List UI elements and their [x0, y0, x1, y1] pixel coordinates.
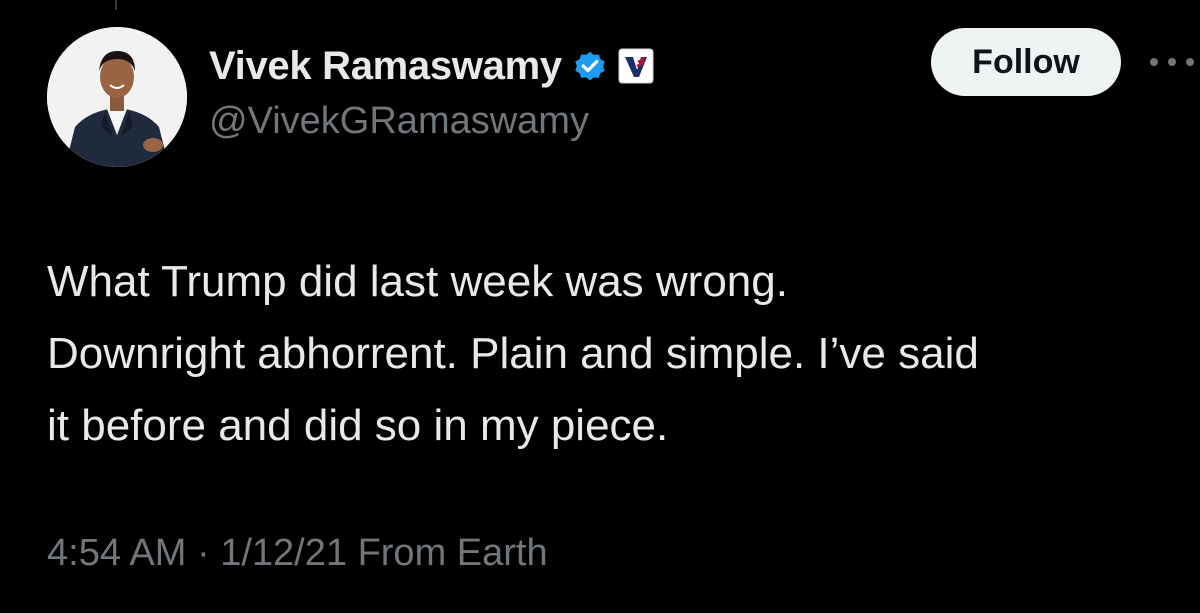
tweet-metadata: 4:54 AM · 1/12/21 From Earth: [47, 532, 548, 575]
avatar[interactable]: [47, 27, 187, 167]
verified-badge-icon: [572, 48, 608, 84]
user-handle[interactable]: @VivekGRamaswamy: [209, 100, 589, 143]
thread-connector-line: [115, 0, 117, 10]
tweet-card: Vivek Ramaswamy @VivekGRamaswamy Follow …: [0, 0, 1200, 613]
meta-separator: ·: [196, 532, 210, 574]
more-dot: [1186, 58, 1194, 66]
display-name[interactable]: Vivek Ramaswamy: [209, 44, 562, 89]
affiliate-badge-icon[interactable]: [618, 48, 654, 84]
tweet-text-line: Downright abhorrent. Plain and simple. I…: [47, 329, 979, 378]
tweet-text: What Trump did last week was wrong. Down…: [47, 246, 1187, 462]
tweet-text-line: it before and did so in my piece.: [47, 401, 669, 450]
more-dot: [1168, 58, 1176, 66]
tweet-source: From Earth: [357, 532, 548, 574]
tweet-time[interactable]: 4:54 AM: [47, 532, 186, 574]
follow-button[interactable]: Follow: [931, 28, 1121, 96]
tweet-date[interactable]: 1/12/21: [220, 532, 347, 574]
more-options-icon[interactable]: [1150, 52, 1194, 72]
more-dot: [1150, 58, 1158, 66]
name-row: Vivek Ramaswamy: [209, 38, 654, 94]
tweet-text-line: What Trump did last week was wrong.: [47, 257, 788, 306]
